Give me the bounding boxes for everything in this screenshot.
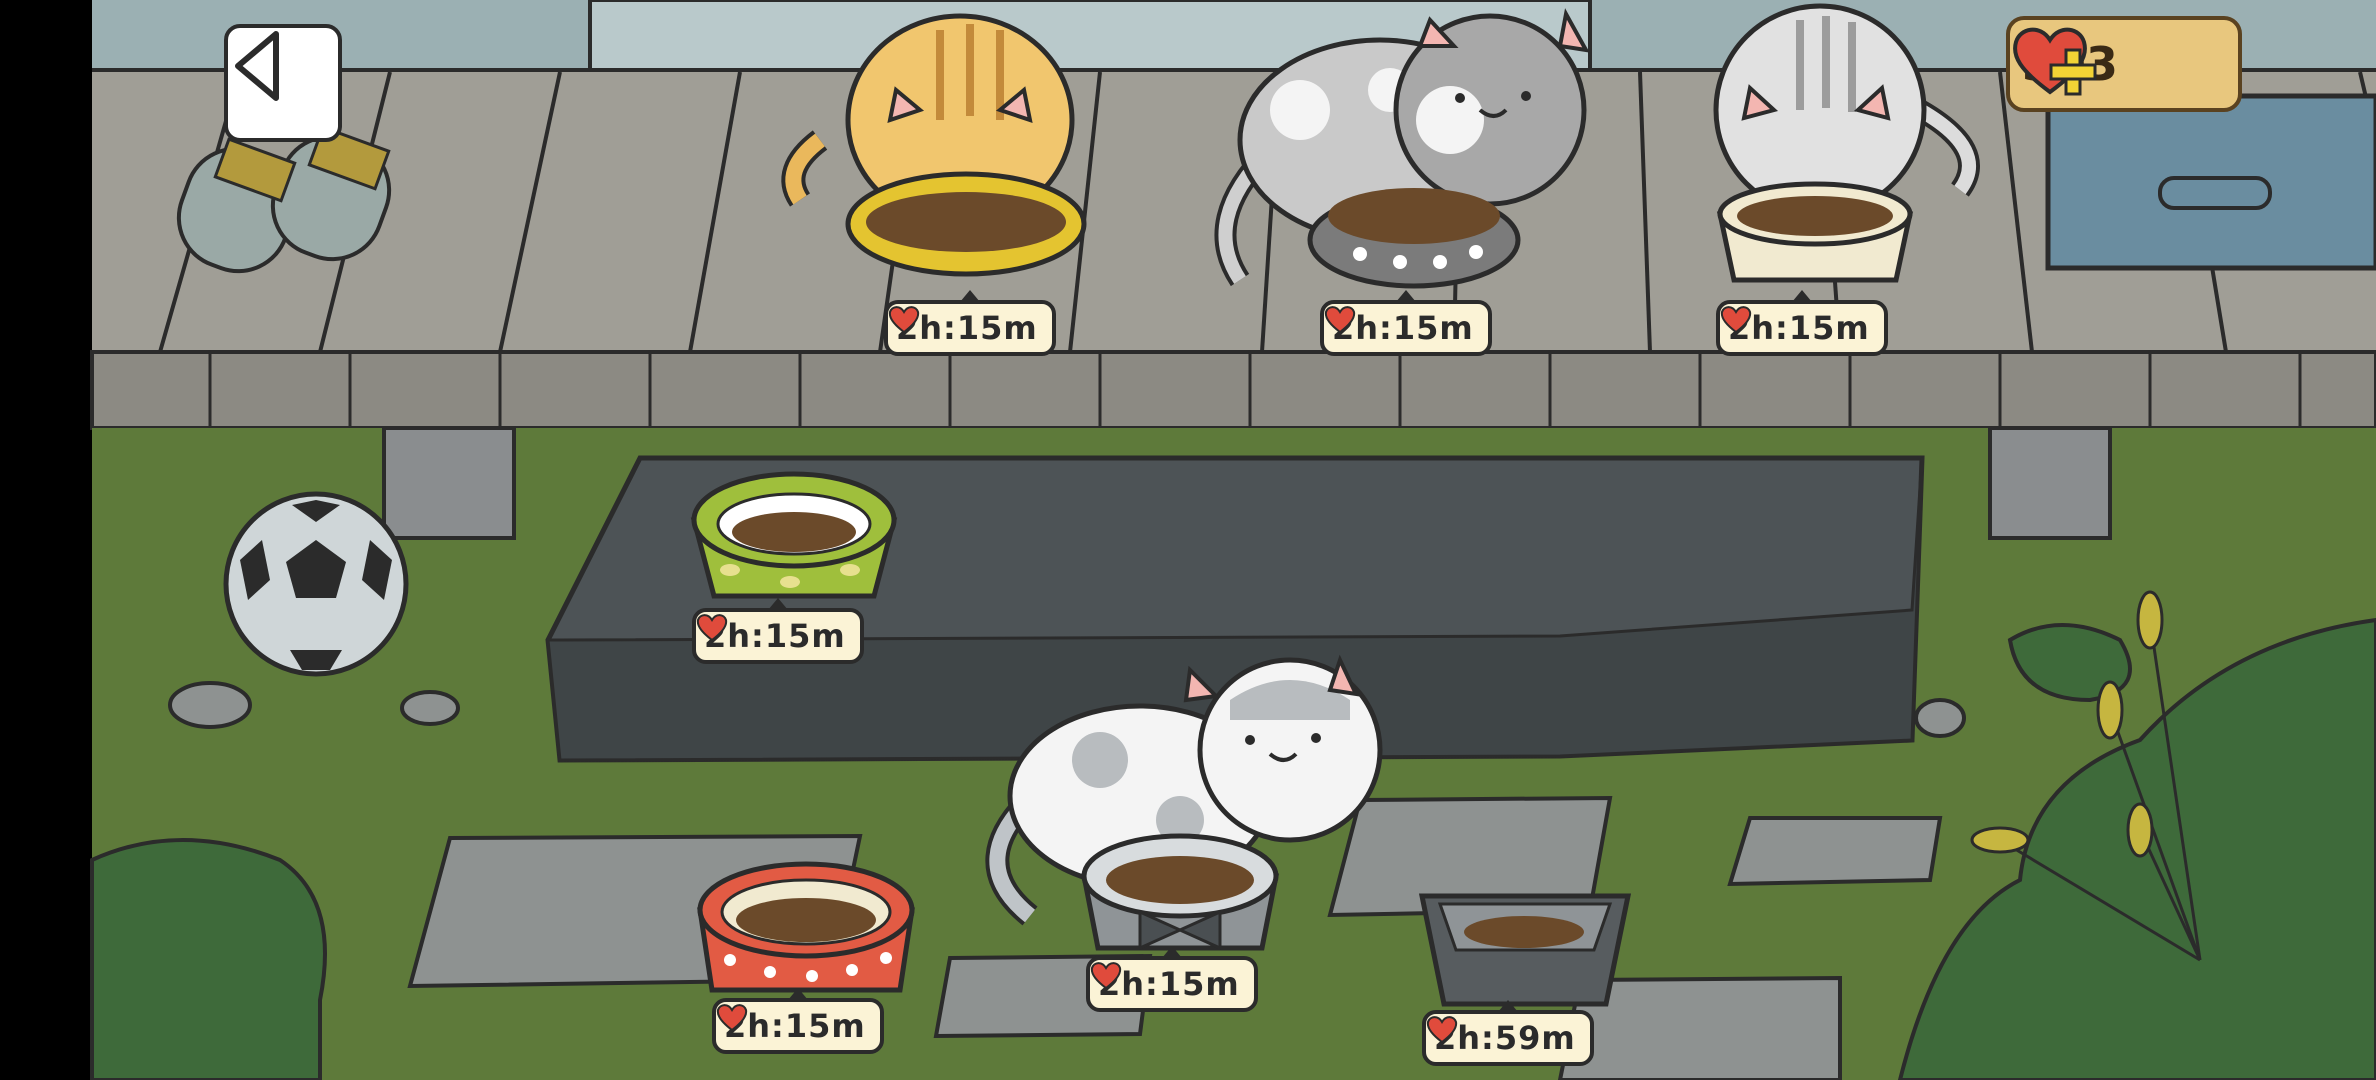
gray-dotted-food-bowl[interactable] [1307,188,1521,289]
heart-icon [1720,306,1752,334]
red-polkadot-food-bowl[interactable] [697,861,915,993]
game-scene: 303 2h:15m 2h:15m 2h:15m 2h:15m 2h:15m 2… [0,0,2376,1080]
heart-plus-icon [2013,27,2097,96]
bowl-timer[interactable]: 2h:15m [712,988,884,1054]
heart-icon [1090,962,1122,990]
bowl-timer[interactable]: 2h:15m [1716,290,1888,356]
bush-left [90,838,327,1080]
cream-food-bowl[interactable] [1716,181,1914,283]
bowl-timer[interactable]: 2h:15m [692,598,864,664]
back-triangle-icon [235,31,279,101]
heart-icon [888,306,920,334]
bowl-timer[interactable]: 2h:59m [1422,1000,1594,1066]
hearts-counter[interactable]: 303 [2006,16,2242,112]
green-leaf-food-bowl[interactable] [690,471,898,599]
heart-icon [696,614,728,642]
back-button[interactable] [224,24,342,142]
heart-icon [716,1004,748,1032]
heart-icon [1324,306,1356,334]
soccer-ball[interactable] [223,491,409,677]
yellow-food-bowl[interactable] [845,171,1087,277]
bowl-timer[interactable]: 2h:15m [1320,290,1492,356]
stepping-stone-3 [1727,816,1943,887]
left-letterbox [0,0,92,1080]
yard-background [0,0,2376,1080]
bowl-timer[interactable]: 2h:15m [884,290,1056,356]
gray-bowtie-food-bowl[interactable] [1080,833,1280,951]
deck-edge [90,350,2376,430]
heart-icon [1426,1016,1458,1044]
bowl-timer[interactable]: 2h:15m [1086,946,1258,1012]
square-gray-food-bowl[interactable] [1418,893,1632,1007]
